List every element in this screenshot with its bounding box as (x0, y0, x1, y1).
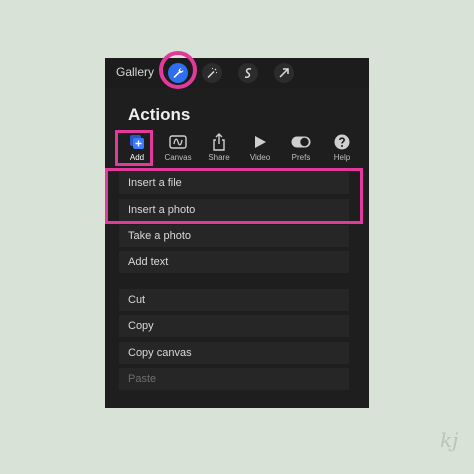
menu-item-copy[interactable]: Copy (119, 315, 349, 337)
share-icon (209, 133, 229, 151)
gallery-button[interactable]: Gallery (116, 65, 154, 79)
tab-prefs-label: Prefs (291, 153, 311, 162)
tab-video-label: Video (249, 153, 271, 162)
actions-title: Actions (128, 105, 191, 124)
menu-item-take-photo[interactable]: Take a photo (119, 225, 349, 247)
tab-prefs[interactable]: Prefs (281, 133, 321, 165)
actions-panel: Gallery Actions Add Canvas Share Video P… (105, 51, 369, 408)
menu-item-add-text[interactable]: Add text (119, 251, 349, 273)
insert-items-highlight (105, 168, 363, 224)
question-icon (332, 133, 352, 151)
tab-video[interactable]: Video (240, 133, 280, 165)
menu-item-paste: Paste (119, 368, 349, 390)
actions-tabs: Add Canvas Share Video Prefs Help (117, 133, 357, 165)
transform-arrow-icon (279, 68, 289, 78)
tab-share-label: Share (208, 153, 230, 162)
tab-canvas-label: Canvas (164, 153, 192, 162)
toggle-icon (291, 133, 311, 151)
add-tab-highlight (115, 130, 153, 166)
tab-help-label: Help (333, 153, 351, 162)
selection-icon (244, 68, 252, 78)
selection-tool-button[interactable] (238, 63, 258, 83)
magic-wand-icon (207, 67, 218, 78)
watermark-logo: kj (440, 428, 459, 452)
menu-item-cut[interactable]: Cut (119, 289, 349, 311)
highlight-ring (159, 51, 197, 89)
menu-item-copy-canvas[interactable]: Copy canvas (119, 342, 349, 364)
tab-canvas[interactable]: Canvas (158, 133, 198, 165)
adjustments-tool-button[interactable] (202, 63, 222, 83)
tab-help[interactable]: Help (322, 133, 362, 165)
canvas-icon (168, 133, 188, 151)
top-toolbar: Gallery (105, 51, 369, 89)
tab-share[interactable]: Share (199, 133, 239, 165)
play-icon (250, 133, 270, 151)
transform-tool-button[interactable] (274, 63, 294, 83)
